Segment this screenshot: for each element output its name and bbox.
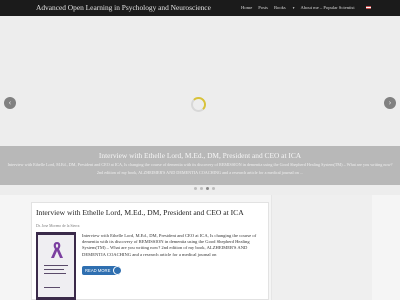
post-title[interactable]: Interview with Ethelle Lord, M.Ed., DM, …: [36, 208, 244, 217]
post-author[interactable]: Dr. Jose Moreno de la Sierra: [36, 224, 79, 228]
slider-dot[interactable]: [194, 187, 197, 190]
menu-item-posts[interactable]: Posts: [258, 5, 268, 10]
slider-dot[interactable]: [206, 187, 209, 190]
slider-dot[interactable]: [212, 187, 215, 190]
slider-next-icon[interactable]: ›: [384, 97, 396, 109]
menu-item-books-label: Books: [273, 5, 286, 10]
cover-text-line: [44, 269, 64, 270]
site-title[interactable]: Advanced Open Learning in Psychology and…: [36, 3, 211, 12]
menu-item-home[interactable]: Home: [241, 5, 252, 10]
menu-item-books[interactable]: Books ▾: [274, 5, 295, 10]
slider-caption-text: Interview with Ethelle Lord, M.Ed., DM, …: [7, 162, 393, 175]
loading-spinner-icon: [191, 97, 206, 112]
menu-item-about[interactable]: About me – Popular Scientist: [301, 5, 355, 10]
cover-text-line: [44, 265, 68, 266]
slider-caption-title[interactable]: Interview with Ethelle Lord, M.Ed., DM, …: [0, 151, 400, 160]
slider-dots: [194, 187, 215, 190]
cover-text-line: [44, 273, 66, 274]
chevron-down-icon: ▾: [292, 6, 295, 10]
purple-ribbon-icon: [51, 242, 63, 258]
language-flag-icon[interactable]: [366, 6, 371, 9]
main-menu: Home Posts Books ▾ About me – Popular Sci…: [241, 5, 361, 10]
slider-dot[interactable]: [200, 187, 203, 190]
read-more-arrow-icon: [113, 266, 122, 275]
post-excerpt: Interview with Ethelle Lord, M.Ed., DM, …: [82, 233, 257, 257]
book-cover: [38, 235, 74, 297]
slider-prev-icon[interactable]: ‹: [4, 97, 16, 109]
cover-text-line: [44, 287, 60, 288]
sidebar: [271, 195, 372, 300]
post-thumbnail[interactable]: [36, 232, 76, 300]
